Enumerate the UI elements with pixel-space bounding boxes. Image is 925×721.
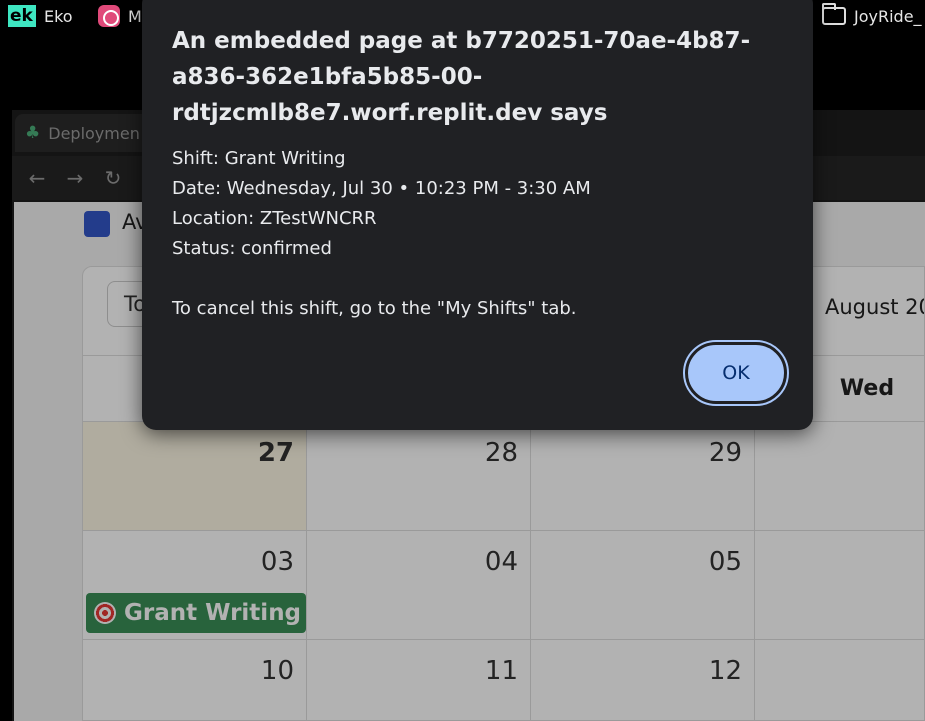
bookmark-label: JoyRide_ <box>854 6 922 26</box>
eko-logo-icon: ek <box>8 5 36 27</box>
cancel-note: To cancel this shift, go to the "My Shif… <box>172 298 577 319</box>
bookmark-eko[interactable]: ek Eko <box>8 0 73 32</box>
location-line: Location: ZTestWNCRR <box>172 208 377 229</box>
alert-dialog: An embedded page at b7720251-70ae-4b87-a… <box>142 0 813 430</box>
folder-icon <box>822 3 846 25</box>
bookmark-label: M <box>128 6 142 26</box>
bookmark-m[interactable]: M <box>98 0 142 32</box>
app-logo-icon <box>98 5 120 27</box>
bookmark-joyride-folder[interactable]: JoyRide_ <box>822 0 922 32</box>
ok-button[interactable]: OK <box>683 340 789 406</box>
shift-line: Shift: Grant Writing <box>172 148 346 169</box>
bookmark-label: Eko <box>44 6 73 26</box>
dialog-title: An embedded page at b7720251-70ae-4b87-a… <box>172 28 751 126</box>
date-line: Date: Wednesday, Jul 30 • 10:23 PM - 3:3… <box>172 178 591 199</box>
status-line: Status: confirmed <box>172 238 332 259</box>
dialog-message: Shift: Grant Writing Date: Wednesday, Ju… <box>172 144 591 324</box>
